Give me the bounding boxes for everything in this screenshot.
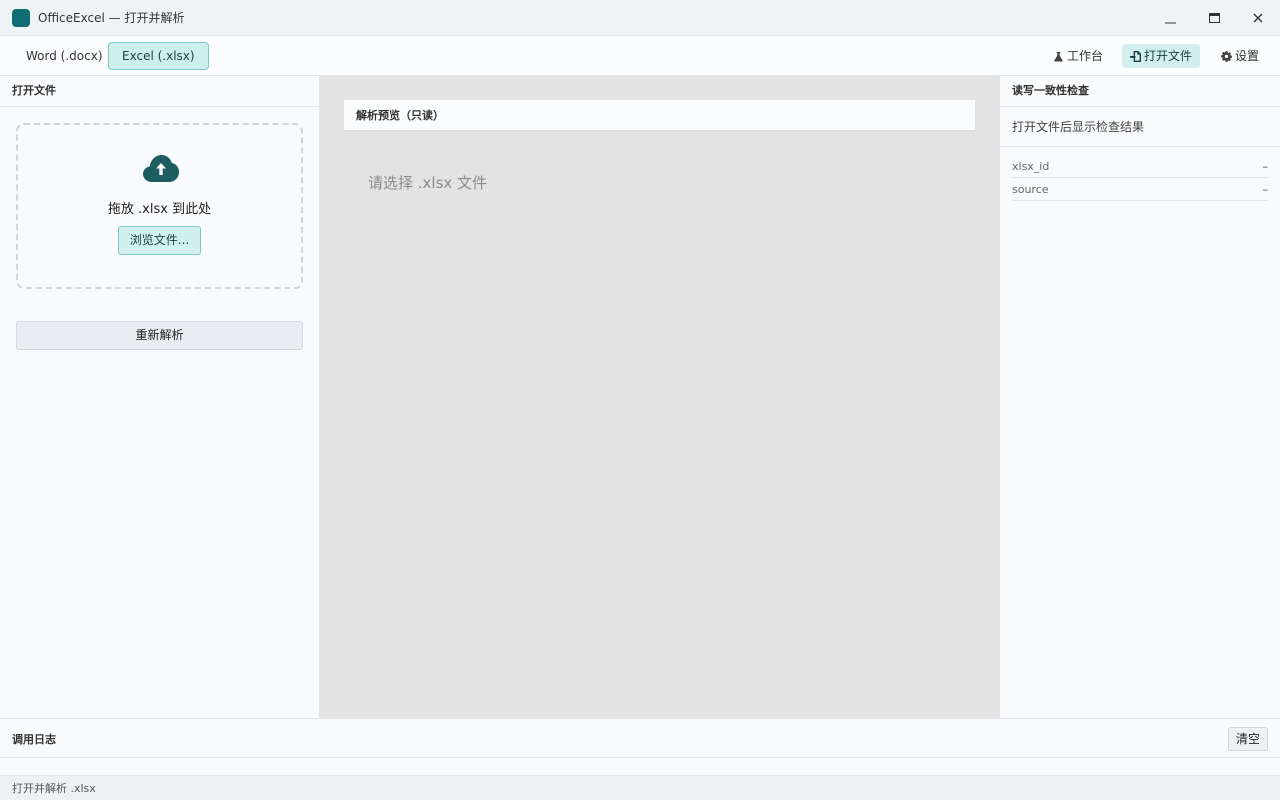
reparse-button[interactable]: 重新解析 [16,321,303,350]
open-file-panel-title: 打开文件 [0,76,319,107]
call-log-bar: 调用日志 清空 [0,718,1280,758]
nav-open-file-label: 打开文件 [1144,49,1193,63]
check-field-row: source – [1012,178,1268,201]
toolbar: Word (.docx) Excel (.xlsx) 工作台 打开文件 设置 [0,36,1280,76]
check-field-value: – [1262,159,1269,173]
call-log-title: 调用日志 [12,733,56,746]
preview-empty-text: 请选择 .xlsx 文件 [368,174,488,192]
preview-title: 解析预览（只读） [344,100,975,131]
dropzone-text: 拖放 .xlsx 到此处 [107,202,212,217]
minimize-icon [1164,22,1176,23]
title-bar: OfficeExcel — 打开并解析 [0,0,1280,36]
check-field-value: – [1262,182,1269,196]
tab-word[interactable]: Word (.docx) [12,42,117,70]
check-fields: xlsx_id – source – [1012,155,1268,201]
nav-settings[interactable]: 设置 [1213,44,1267,68]
file-dropzone[interactable]: 拖放 .xlsx 到此处 浏览文件... [16,123,303,289]
file-import-icon [1130,50,1141,62]
consistency-check-panel: 读写一致性检查 打开文件后显示检查结果 xlsx_id – source – [999,76,1280,718]
check-field-row: xlsx_id – [1012,155,1268,178]
open-file-panel: 打开文件 拖放 .xlsx 到此处 浏览文件... 重新解析 [0,76,320,718]
consistency-check-message: 打开文件后显示检查结果 [1000,107,1280,147]
status-bar: 打开并解析 .xlsx [0,775,1280,800]
app-icon [12,8,30,27]
flask-icon [1054,51,1063,62]
nav-workbench-label: 工作台 [1067,49,1104,63]
close-button[interactable] [1236,0,1280,36]
preview-area: 解析预览（只读） 请选择 .xlsx 文件 [320,76,1000,718]
tab-excel[interactable]: Excel (.xlsx) [108,42,209,70]
maximize-icon [1208,13,1220,23]
gear-icon [1221,50,1232,62]
window-controls [1148,0,1280,36]
nav-open-file[interactable]: 打开文件 [1122,44,1201,68]
close-icon [1253,13,1263,23]
minimize-button[interactable] [1148,0,1192,36]
maximize-button[interactable] [1192,0,1236,36]
window-title: OfficeExcel — 打开并解析 [38,11,185,25]
nav-settings-label: 设置 [1235,49,1260,63]
check-field-key: xlsx_id [1012,159,1050,173]
nav-workbench[interactable]: 工作台 [1045,44,1111,68]
clear-log-button[interactable]: 清空 [1228,727,1268,751]
browse-files-button[interactable]: 浏览文件... [118,226,201,255]
check-field-key: source [1012,182,1049,196]
cloud-upload-icon [143,155,179,182]
consistency-check-title: 读写一致性检查 [1000,76,1280,107]
